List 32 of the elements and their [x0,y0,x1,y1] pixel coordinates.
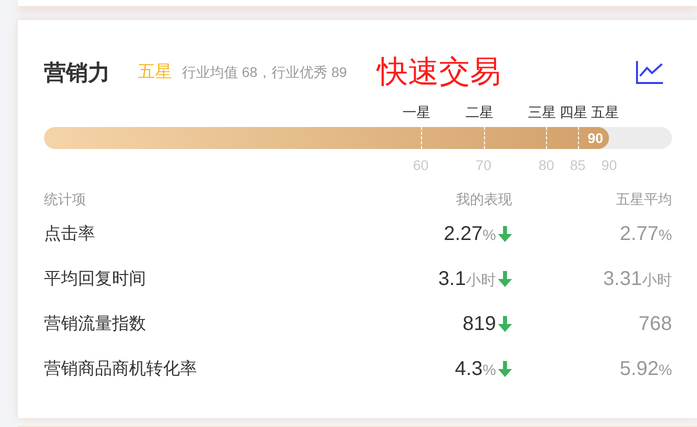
average-value: 3.31 [603,266,642,292]
star-level-label: 一星 [402,103,431,122]
column-header: 统计项 [44,190,87,209]
metric-name: 营销商品商机转化率 [44,358,198,380]
section-title: 营销力 [44,58,110,86]
column-header: 我的表现 [455,190,512,209]
star-level-label: 三星 [528,103,556,122]
my-value: 819 [462,312,496,336]
unit-label: % [482,360,496,380]
unit-label: % [482,226,496,246]
average-value: 2.77 [620,222,659,246]
line-chart-icon[interactable] [636,60,664,84]
benchmark-text: 行业均值 68，行业优秀 89 [182,62,347,82]
progress-value: 90 [588,128,604,148]
star-level-label: 二星 [465,103,494,122]
unit-label: % [658,360,672,380]
unit-label: 小时 [466,270,496,290]
rating-label: 五星 [138,61,172,84]
unit-label: 小时 [642,270,672,290]
average-value: 768 [638,312,672,336]
metric-name: 营销流量指数 [44,312,147,335]
my-value: 3.1 [438,266,466,292]
my-value: 4.3 [454,356,483,382]
my-value: 2.27 [444,222,483,246]
star-level-label: 五星 [590,103,619,122]
metric-name: 平均回复时间 [44,268,147,290]
banner-text: 快速交易 [376,52,501,91]
metric-name: 点击率 [44,222,96,245]
unit-label: % [658,226,672,246]
star-level-label: 四星 [560,103,588,122]
column-header: 五星平均 [615,190,672,209]
average-value: 5.92 [620,356,659,382]
